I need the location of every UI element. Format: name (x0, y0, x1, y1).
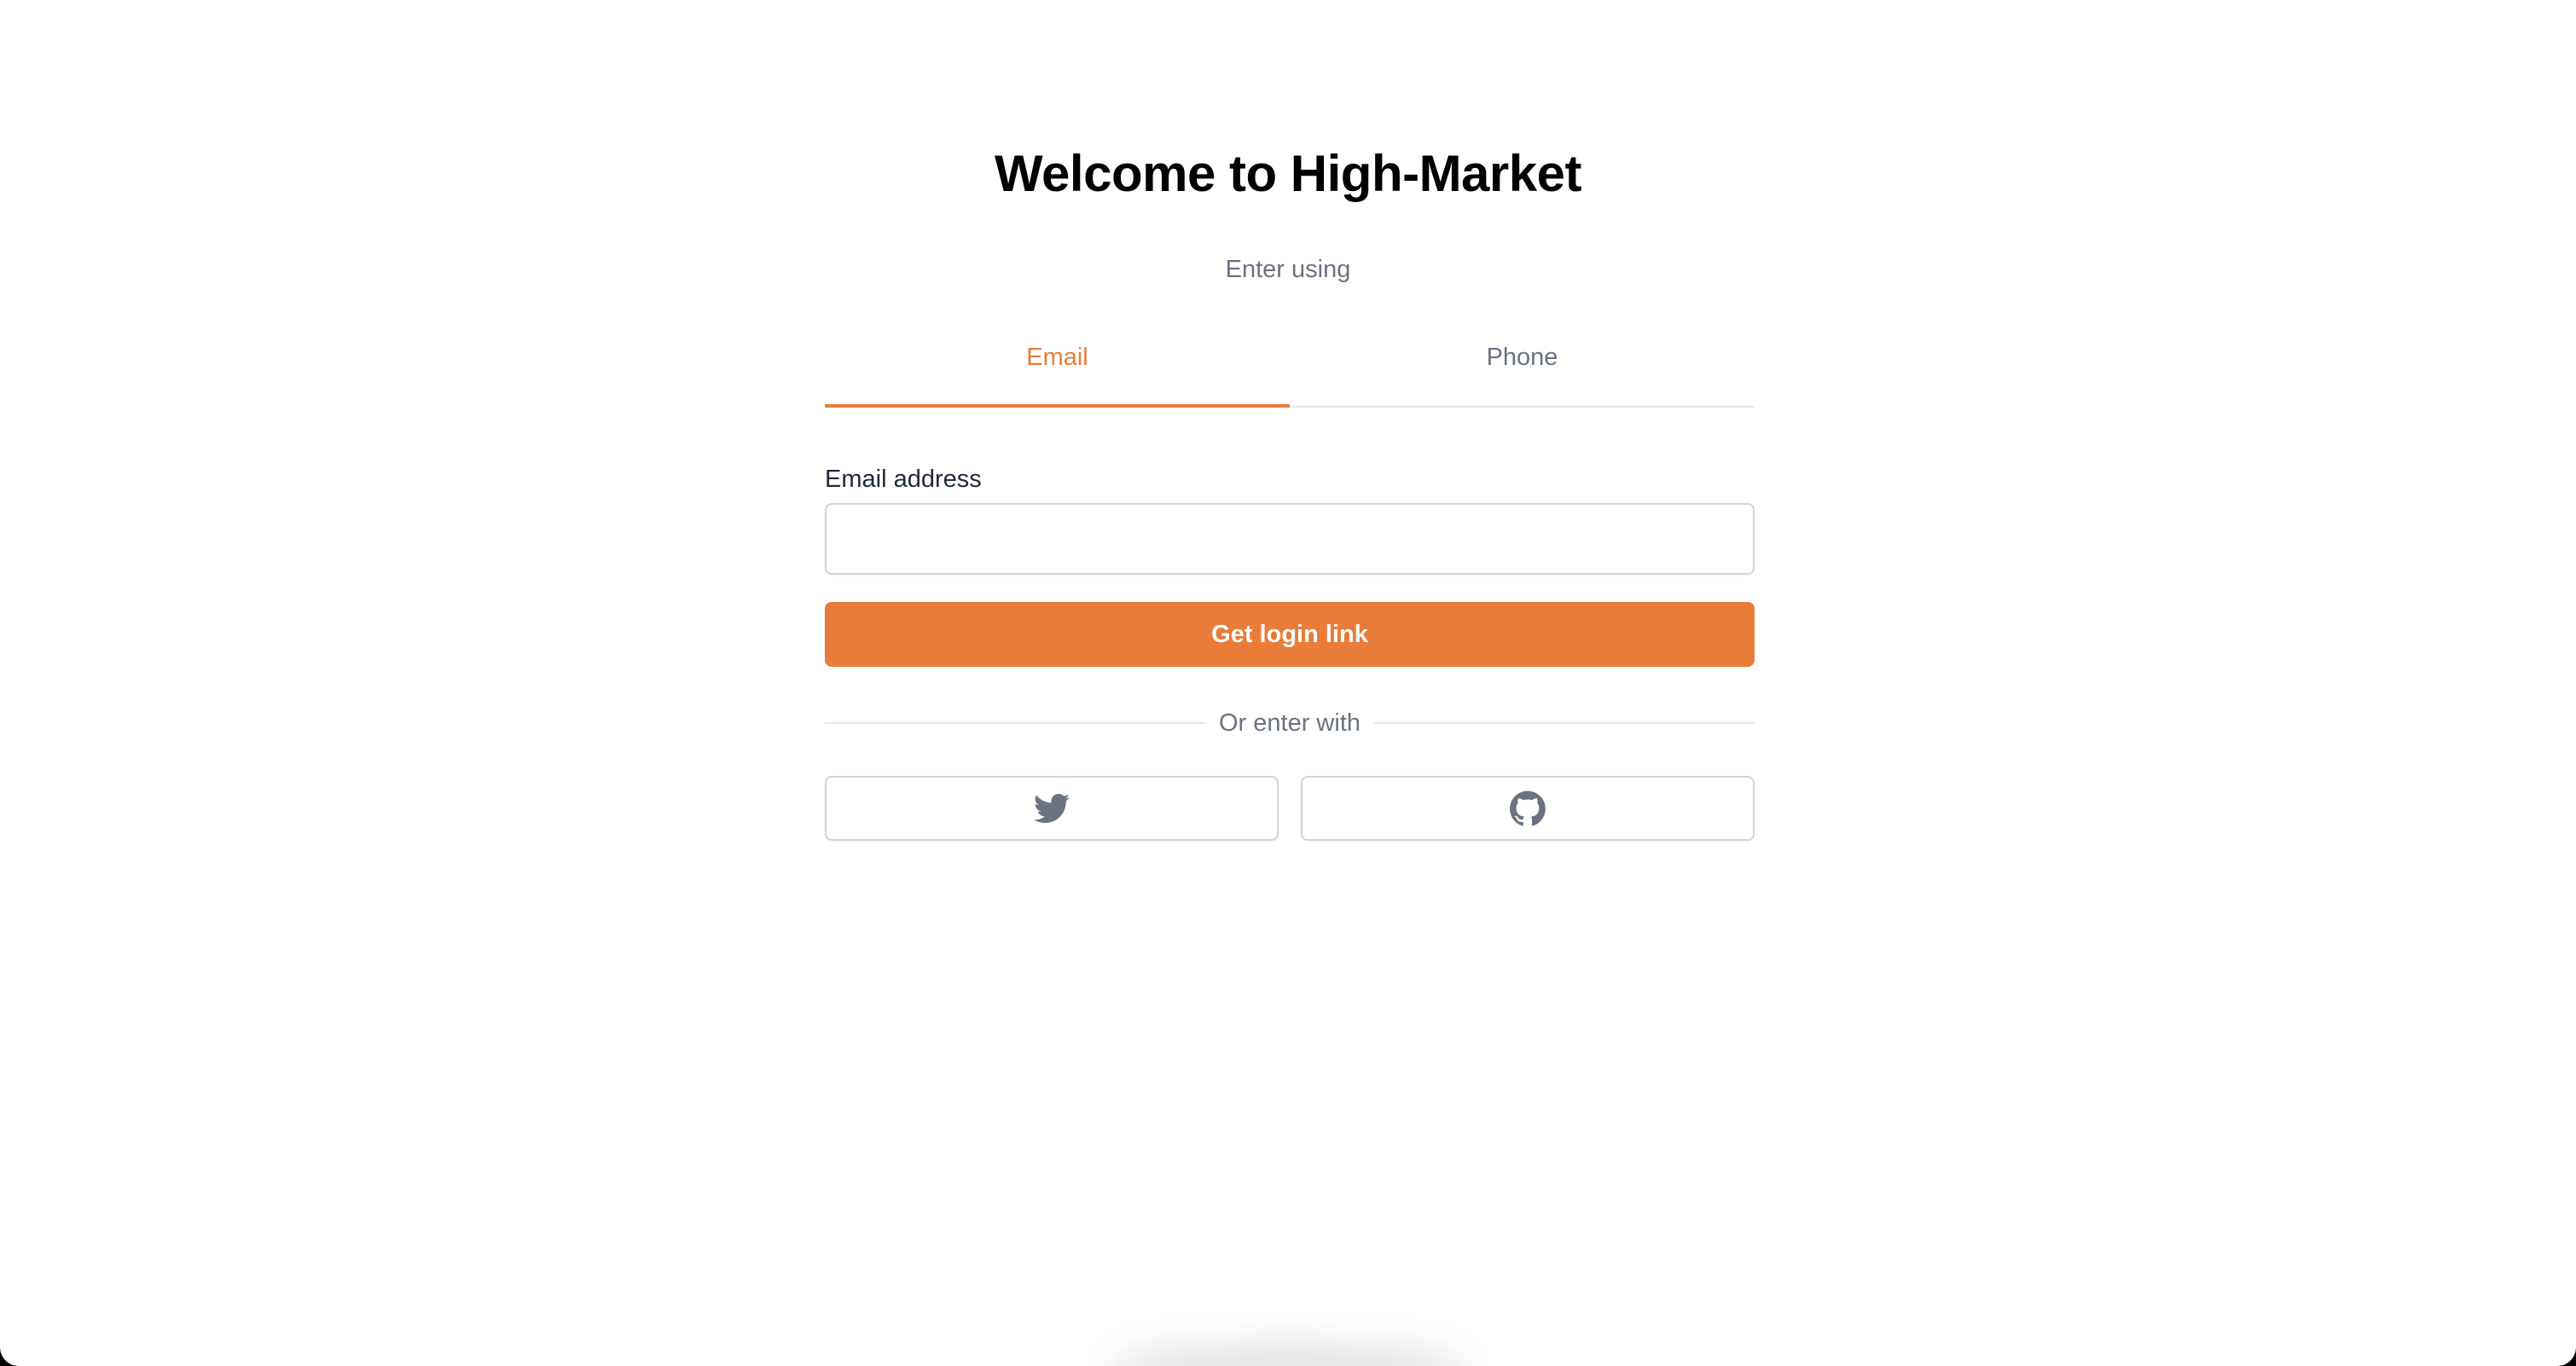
login-method-tabs: Email Phone (825, 322, 1755, 408)
divider-line-left (825, 722, 1205, 724)
github-login-button[interactable] (1301, 776, 1755, 841)
divider-text: Or enter with (1219, 709, 1361, 737)
or-enter-with-divider: Or enter with (825, 706, 1755, 740)
tab-email[interactable]: Email (825, 322, 1290, 408)
login-page: Welcome to High-Market Enter using Email… (0, 0, 2576, 1366)
tab-phone[interactable]: Phone (1290, 322, 1755, 406)
twitter-icon (1034, 793, 1070, 824)
divider-line-right (1374, 722, 1755, 724)
email-field[interactable] (825, 503, 1755, 575)
page-title: Welcome to High-Market (995, 145, 1582, 203)
twitter-login-button[interactable] (825, 776, 1279, 841)
social-login-buttons (825, 776, 1755, 841)
enter-using-label: Enter using (1225, 256, 1351, 283)
github-icon (1510, 790, 1546, 826)
email-field-label: Email address (825, 466, 982, 493)
bottom-shadow (1109, 1340, 1467, 1366)
get-login-link-button[interactable]: Get login link (825, 602, 1755, 667)
